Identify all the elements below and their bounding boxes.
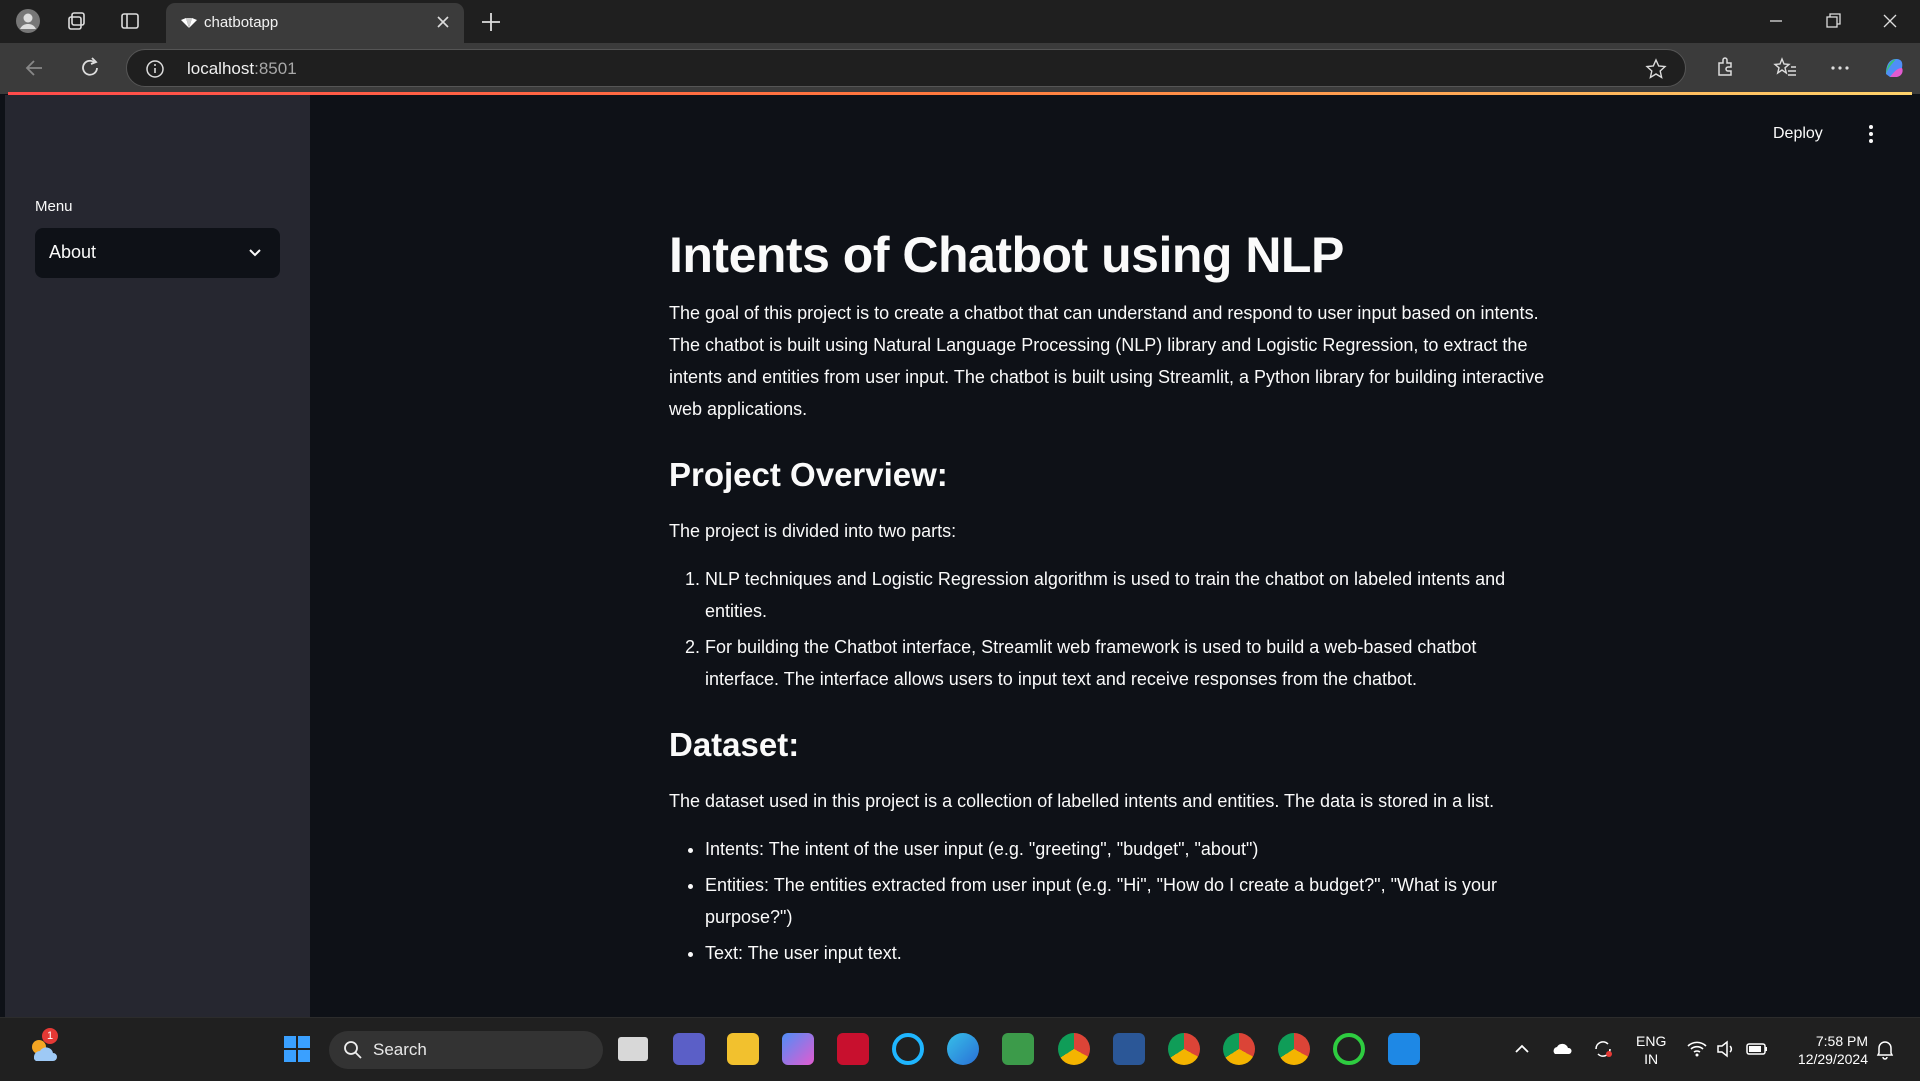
list-item: Entities: The entities extracted from us… [705, 869, 1549, 933]
edge-icon[interactable] [947, 1033, 979, 1065]
url-port: :8501 [254, 59, 297, 78]
teams-icon[interactable] [673, 1033, 705, 1065]
list-item: For building the Chatbot interface, Stre… [705, 631, 1549, 695]
close-window-icon[interactable] [1878, 9, 1902, 33]
chrome-profile-icon[interactable] [1168, 1033, 1200, 1065]
search-icon [344, 1041, 362, 1059]
dataset-text: The dataset used in this project is a co… [669, 791, 1495, 811]
extensions-icon[interactable] [1711, 54, 1739, 82]
app-ring-icon[interactable] [1333, 1033, 1365, 1065]
onedrive-icon[interactable] [1549, 1036, 1575, 1062]
chrome-profile-icon[interactable] [1223, 1033, 1255, 1065]
restore-icon[interactable] [1821, 9, 1845, 33]
chevron-down-icon [249, 249, 261, 257]
taskbar: 1 Search ENG IN 7:58 PM 12/29/2024 [0, 1017, 1920, 1081]
dataset-list: Intents: The intent of the user input (e… [669, 833, 1549, 969]
volume-icon[interactable] [1713, 1036, 1739, 1062]
list-item: Text: The user input text. [705, 937, 1549, 969]
browser-tab-active[interactable]: chatbotapp [166, 3, 464, 43]
list-item: Intents: The intent of the user input (e… [705, 833, 1549, 865]
mcafee-icon[interactable] [837, 1033, 869, 1065]
task-view-icon[interactable] [618, 1037, 648, 1061]
taskbar-search[interactable]: Search [329, 1031, 603, 1069]
reload-icon[interactable] [77, 55, 103, 81]
new-tab-icon[interactable] [478, 9, 504, 35]
excel-chart-icon[interactable] [1002, 1033, 1034, 1065]
lang-code: ENG [1636, 1033, 1667, 1049]
sidebar: Menu About [5, 95, 310, 1017]
profile-icon[interactable] [15, 8, 41, 34]
minimize-icon[interactable] [1764, 9, 1788, 33]
favorite-star-icon[interactable] [1645, 58, 1667, 80]
menu-select-value: About [49, 242, 97, 262]
url-bar[interactable]: localhost:8501 [126, 49, 1686, 87]
vertical-tabs-icon[interactable] [117, 8, 143, 34]
streamlit-app: Menu About Deploy Intents of Chatbot usi… [5, 95, 1915, 1017]
clock-time: 7:58 PM [1815, 1033, 1868, 1049]
overview-text: The project is divided into two parts: [669, 521, 957, 541]
url-host: localhost [187, 59, 255, 78]
windows-start-icon[interactable] [281, 1033, 313, 1065]
browser-tab-bar: chatbotapp [0, 0, 1920, 43]
dataset-heading: Dataset: [669, 726, 800, 763]
overview-list: NLP techniques and Logistic Regression a… [669, 563, 1549, 695]
favorites-icon[interactable] [1771, 54, 1799, 82]
chevron-up-icon[interactable] [1509, 1036, 1535, 1062]
menu-label: Menu [35, 198, 73, 215]
workspaces-icon[interactable] [64, 8, 90, 34]
site-info-icon[interactable] [145, 59, 165, 79]
tab-title: chatbotapp [204, 14, 279, 31]
wifi-icon[interactable] [1684, 1036, 1710, 1062]
list-item: NLP techniques and Logistic Regression a… [705, 563, 1549, 627]
word-icon[interactable] [1113, 1033, 1145, 1065]
copilot-icon[interactable] [1880, 54, 1908, 82]
overview-heading: Project Overview: [669, 456, 948, 493]
main-content: Intents of Chatbot using NLP The goal of… [669, 225, 1549, 973]
system-clock[interactable]: 7:58 PM 12/29/2024 [1782, 1032, 1868, 1068]
more-options-icon[interactable] [1826, 54, 1854, 82]
intro-paragraph: The goal of this project is to create a … [669, 303, 1545, 419]
search-label: Search [373, 1040, 427, 1059]
menu-select[interactable]: About [35, 228, 280, 278]
chrome-profile-icon[interactable] [1278, 1033, 1310, 1065]
address-toolbar: localhost:8501 [0, 43, 1920, 94]
weather-badge: 1 [42, 1028, 58, 1044]
battery-icon[interactable] [1744, 1036, 1770, 1062]
sync-icon[interactable] [1590, 1036, 1616, 1062]
main-menu-icon[interactable] [1859, 122, 1883, 146]
back-icon[interactable] [22, 55, 48, 81]
clock-date: 12/29/2024 [1797, 1051, 1868, 1067]
notification-bell-icon[interactable] [1872, 1036, 1898, 1062]
deploy-button[interactable]: Deploy [1773, 125, 1823, 143]
copilot-app-icon[interactable] [782, 1033, 814, 1065]
chrome-icon[interactable] [1058, 1033, 1090, 1065]
language-indicator[interactable]: ENG IN [1636, 1032, 1666, 1068]
url-text: localhost:8501 [187, 59, 297, 79]
streamlit-favicon-icon [181, 18, 197, 28]
cortana-icon[interactable] [892, 1033, 924, 1065]
file-explorer-icon[interactable] [727, 1033, 759, 1065]
region-code: IN [1644, 1051, 1659, 1067]
vscode-icon[interactable] [1388, 1033, 1420, 1065]
close-tab-icon[interactable] [434, 13, 452, 31]
page-title: Intents of Chatbot using NLP [669, 227, 1344, 283]
